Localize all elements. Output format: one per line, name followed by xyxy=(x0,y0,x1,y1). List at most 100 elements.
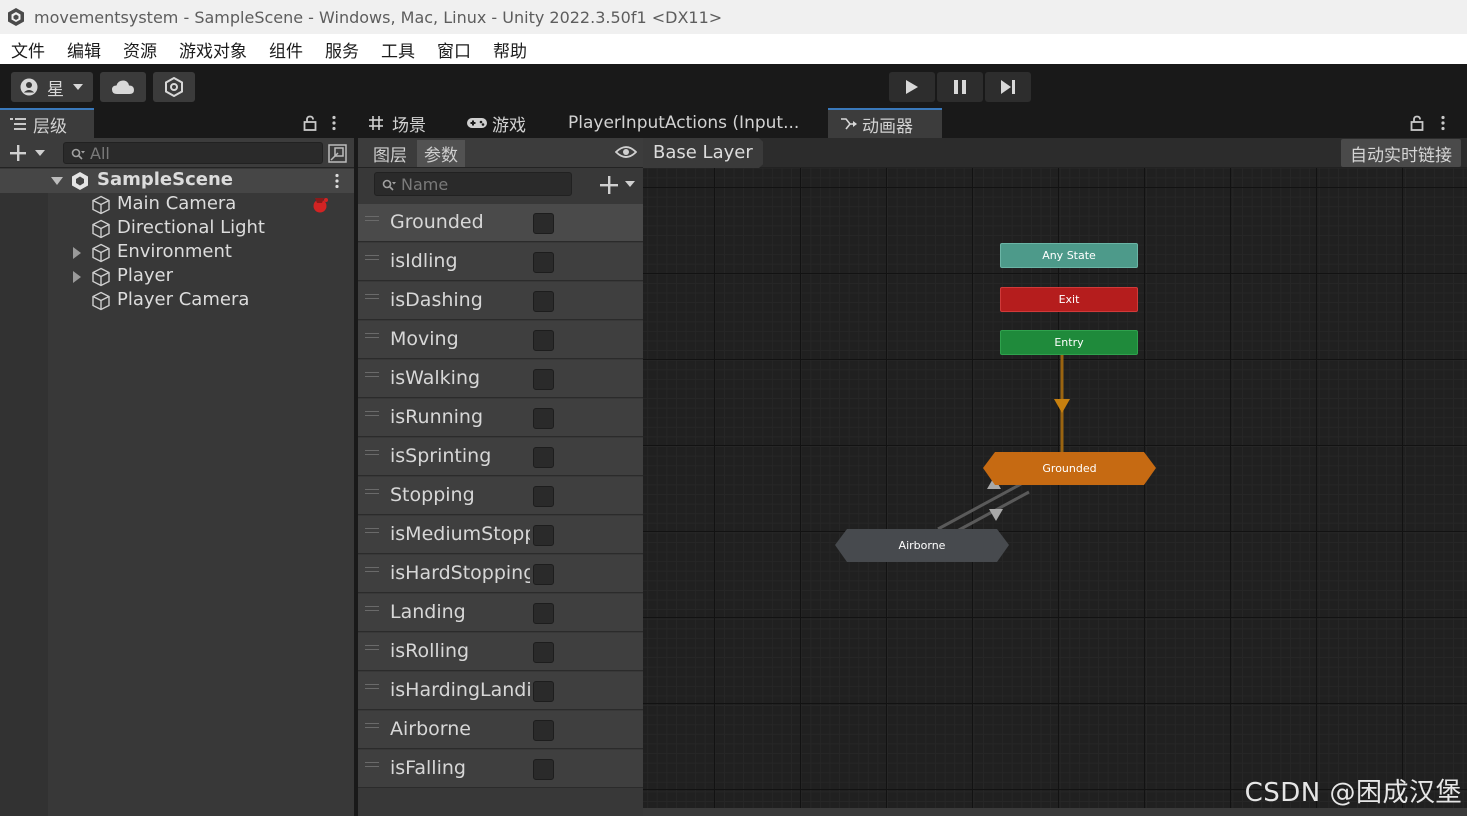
parameter-checkbox[interactable] xyxy=(533,291,554,312)
collapsed-arrow-icon[interactable] xyxy=(72,270,82,284)
drag-handle-icon[interactable] xyxy=(365,489,379,490)
parameter-checkbox[interactable] xyxy=(533,408,554,429)
parameter-checkbox[interactable] xyxy=(533,252,554,273)
parameter-checkbox[interactable] xyxy=(533,330,554,351)
menu-file[interactable]: 文件 xyxy=(0,37,56,62)
parameter-checkbox[interactable] xyxy=(533,564,554,585)
scene-visibility-icon[interactable] xyxy=(328,144,347,163)
drag-handle-icon[interactable] xyxy=(365,216,379,217)
state-entry[interactable]: Entry xyxy=(1000,330,1138,355)
drag-handle-icon[interactable] xyxy=(365,645,379,646)
lock-icon[interactable] xyxy=(303,115,317,131)
plus-icon[interactable] xyxy=(9,144,27,162)
parameter-row[interactable]: isFalling xyxy=(358,750,643,788)
collapsed-arrow-icon[interactable] xyxy=(72,246,82,260)
drag-handle-icon[interactable] xyxy=(365,723,379,724)
parameter-checkbox[interactable] xyxy=(533,525,554,546)
parameter-row[interactable]: isDashing xyxy=(358,282,643,320)
collab-button[interactable] xyxy=(153,72,195,102)
tab-layers[interactable]: 图层 xyxy=(367,140,413,167)
parameter-row[interactable]: isHardStopping xyxy=(358,555,643,593)
parameter-checkbox[interactable] xyxy=(533,369,554,390)
tab-animator[interactable]: 动画器 xyxy=(828,108,942,138)
menu-component[interactable]: 组件 xyxy=(258,37,314,62)
auto-live-link-button[interactable]: 自动实时链接 xyxy=(1341,139,1461,167)
parameter-row[interactable]: isMediumStopping xyxy=(358,516,643,554)
tab-game[interactable]: 游戏 xyxy=(456,108,544,138)
parameter-checkbox[interactable] xyxy=(533,681,554,702)
parameter-row[interactable]: isWalking xyxy=(358,360,643,398)
menu-window[interactable]: 窗口 xyxy=(426,37,482,62)
tab-scene[interactable]: 场景 xyxy=(358,108,448,138)
parameter-search-input[interactable]: Name xyxy=(374,172,572,196)
menu-edit[interactable]: 编辑 xyxy=(56,37,112,62)
scene-name: SampleScene xyxy=(97,169,233,190)
hierarchy-scene-row[interactable]: SampleScene xyxy=(0,169,354,193)
chevron-down-icon[interactable] xyxy=(34,149,46,157)
parameter-row[interactable]: Landing xyxy=(358,594,643,632)
tab-parameters[interactable]: 参数 xyxy=(417,140,465,167)
drag-handle-icon[interactable] xyxy=(365,372,379,373)
parameter-checkbox[interactable] xyxy=(533,759,554,780)
drag-handle-icon[interactable] xyxy=(365,606,379,607)
hierarchy-item[interactable]: Main Camera xyxy=(0,193,354,217)
lock-icon[interactable] xyxy=(1410,115,1424,131)
drag-handle-icon[interactable] xyxy=(365,294,379,295)
parameter-checkbox[interactable] xyxy=(533,642,554,663)
parameter-row[interactable]: Airborne xyxy=(358,711,643,749)
play-button[interactable] xyxy=(889,72,935,102)
drag-handle-icon[interactable] xyxy=(365,255,379,256)
eye-icon[interactable] xyxy=(615,145,637,159)
state-exit[interactable]: Exit xyxy=(1000,287,1138,312)
tab-input-actions[interactable]: PlayerInputActions (Input... xyxy=(558,108,820,138)
state-grounded[interactable]: Grounded xyxy=(983,452,1156,485)
parameter-checkbox[interactable] xyxy=(533,486,554,507)
tab-hierarchy[interactable]: 层级 xyxy=(0,108,94,138)
menu-help[interactable]: 帮助 xyxy=(482,37,538,62)
kebab-menu-icon[interactable] xyxy=(1440,115,1446,131)
drag-handle-icon[interactable] xyxy=(365,333,379,334)
hierarchy-item[interactable]: Player Camera xyxy=(0,289,354,313)
parameter-checkbox[interactable] xyxy=(533,603,554,624)
hierarchy-item[interactable]: Environment xyxy=(0,241,354,265)
account-dropdown[interactable]: 星 xyxy=(11,72,93,102)
add-parameter-icon[interactable] xyxy=(599,175,619,195)
chevron-down-icon[interactable] xyxy=(624,180,636,188)
menu-assets[interactable]: 资源 xyxy=(112,37,168,62)
state-airborne[interactable]: Airborne xyxy=(835,529,1009,562)
menu-tools[interactable]: 工具 xyxy=(370,37,426,62)
parameter-row[interactable]: Stopping xyxy=(358,477,643,515)
parameter-row[interactable]: isSprinting xyxy=(358,438,643,476)
parameter-row[interactable]: Moving xyxy=(358,321,643,359)
drag-handle-icon[interactable] xyxy=(365,411,379,412)
parameter-row[interactable]: isRunning xyxy=(358,399,643,437)
parameter-row[interactable]: isHardingLanding xyxy=(358,672,643,710)
parameter-checkbox[interactable] xyxy=(533,720,554,741)
expand-arrow-icon[interactable] xyxy=(50,176,64,186)
hierarchy-search-input[interactable]: All xyxy=(63,142,323,164)
breadcrumb[interactable]: Base Layer xyxy=(643,138,763,168)
state-any-state[interactable]: Any State xyxy=(1000,243,1138,268)
drag-handle-icon[interactable] xyxy=(365,450,379,451)
drag-handle-icon[interactable] xyxy=(365,684,379,685)
parameter-checkbox[interactable] xyxy=(533,213,554,234)
kebab-menu-icon[interactable] xyxy=(331,115,337,131)
menu-services[interactable]: 服务 xyxy=(314,37,370,62)
hierarchy-item[interactable]: Directional Light xyxy=(0,217,354,241)
parameter-row[interactable]: isRolling xyxy=(358,633,643,671)
drag-handle-icon[interactable] xyxy=(365,528,379,529)
animator-graph-header: Base Layer 自动实时链接 xyxy=(643,138,1467,168)
pause-button[interactable] xyxy=(937,72,983,102)
parameter-checkbox[interactable] xyxy=(533,447,554,468)
kebab-menu-icon[interactable] xyxy=(334,173,340,189)
hierarchy-item[interactable]: Player xyxy=(0,265,354,289)
parameter-row[interactable]: isIdling xyxy=(358,243,643,281)
cloud-button[interactable] xyxy=(100,72,146,102)
menu-gameobject[interactable]: 游戏对象 xyxy=(168,37,258,62)
animator-graph-canvas[interactable]: Any State Exit Entry Grounded Airborne xyxy=(643,168,1467,808)
drag-handle-icon[interactable] xyxy=(365,762,379,763)
step-button[interactable] xyxy=(985,72,1031,102)
parameter-row[interactable]: Grounded xyxy=(358,204,643,242)
menu-bar: 文件 编辑 资源 游戏对象 组件 服务 工具 窗口 帮助 xyxy=(0,34,1467,64)
drag-handle-icon[interactable] xyxy=(365,567,379,568)
